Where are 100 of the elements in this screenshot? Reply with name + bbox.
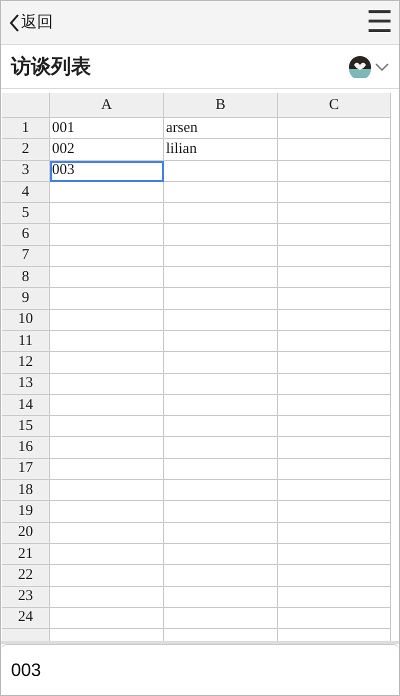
table-cell[interactable]: [278, 458, 391, 480]
table-cell[interactable]: [164, 437, 278, 459]
table-cell[interactable]: [278, 522, 391, 544]
table-cell[interactable]: [50, 182, 164, 204]
menu-button[interactable]: ☰: [366, 8, 393, 38]
table-cell[interactable]: [278, 501, 391, 523]
row-header[interactable]: 10: [2, 310, 50, 331]
row-header[interactable]: 22: [2, 565, 50, 587]
table-cell[interactable]: [278, 586, 391, 608]
row-header[interactable]: 1: [2, 118, 50, 140]
table-cell[interactable]: [278, 288, 391, 310]
column-header[interactable]: C: [278, 93, 391, 118]
table-cell[interactable]: [50, 565, 164, 587]
table-cell[interactable]: [164, 608, 278, 630]
row-header[interactable]: 16: [2, 437, 50, 459]
table-cell[interactable]: [278, 374, 391, 395]
table-cell[interactable]: [278, 224, 391, 246]
table-cell[interactable]: [50, 437, 164, 459]
table-cell[interactable]: 001: [50, 118, 164, 140]
row-header[interactable]: 2: [2, 139, 50, 161]
table-cell[interactable]: [50, 267, 164, 288]
table-cell[interactable]: [278, 246, 391, 268]
row-header[interactable]: 12: [2, 352, 50, 374]
row-header[interactable]: 8: [2, 267, 50, 288]
table-cell[interactable]: [278, 310, 391, 331]
table-cell[interactable]: [278, 118, 391, 140]
table-cell[interactable]: [278, 139, 391, 161]
table-cell[interactable]: [278, 330, 391, 352]
table-cell[interactable]: [164, 246, 278, 268]
cell-editor-field[interactable]: 003: [9, 658, 391, 682]
row-header[interactable]: 13: [2, 374, 50, 395]
table-cell[interactable]: [164, 224, 278, 246]
table-cell[interactable]: [50, 458, 164, 480]
table-cell[interactable]: [50, 586, 164, 608]
row-header[interactable]: 21: [2, 544, 50, 566]
table-cell[interactable]: [50, 608, 164, 630]
table-cell[interactable]: [50, 480, 164, 502]
table-cell[interactable]: [164, 565, 278, 587]
table-cell[interactable]: [278, 160, 391, 182]
table-cell[interactable]: [278, 203, 391, 224]
table-cell[interactable]: [164, 288, 278, 310]
table-cell[interactable]: [278, 544, 391, 566]
table-cell[interactable]: [50, 203, 164, 224]
table-cell[interactable]: [164, 458, 278, 480]
row-header[interactable]: 24: [2, 608, 50, 630]
table-cell[interactable]: [50, 416, 164, 438]
table-cell[interactable]: 003: [50, 160, 164, 182]
table-cell[interactable]: [50, 374, 164, 395]
row-header[interactable]: 7: [2, 246, 50, 268]
table-cell[interactable]: [164, 416, 278, 438]
table-cell[interactable]: [278, 267, 391, 288]
row-header[interactable]: 14: [2, 394, 50, 416]
table-cell[interactable]: [50, 394, 164, 416]
table-cell[interactable]: [164, 522, 278, 544]
table-cell[interactable]: [278, 416, 391, 438]
table-cell[interactable]: [50, 246, 164, 268]
table-cell[interactable]: [164, 544, 278, 566]
table-cell[interactable]: [164, 310, 278, 331]
table-cell[interactable]: [50, 310, 164, 331]
table-cell[interactable]: [164, 182, 278, 204]
back-button[interactable]: 返回: [9, 12, 53, 33]
column-header[interactable]: B: [164, 93, 278, 118]
row-header[interactable]: 18: [2, 480, 50, 502]
row-header[interactable]: 15: [2, 416, 50, 438]
table-cell[interactable]: [164, 330, 278, 352]
row-header[interactable]: 11: [2, 330, 50, 352]
table-cell[interactable]: [164, 394, 278, 416]
column-header[interactable]: A: [50, 93, 164, 118]
table-cell[interactable]: lilian: [164, 139, 278, 161]
table-cell[interactable]: [164, 267, 278, 288]
row-header[interactable]: 17: [2, 458, 50, 480]
table-cell[interactable]: 002: [50, 139, 164, 161]
table-cell[interactable]: [278, 352, 391, 374]
row-header[interactable]: 20: [2, 522, 50, 544]
row-header[interactable]: 6: [2, 224, 50, 246]
table-cell[interactable]: [164, 501, 278, 523]
row-header[interactable]: 3: [2, 160, 50, 182]
table-cell[interactable]: [278, 182, 391, 204]
table-cell[interactable]: [278, 394, 391, 416]
table-cell[interactable]: arsen: [164, 118, 278, 140]
table-cell[interactable]: [278, 565, 391, 587]
table-cell[interactable]: [50, 352, 164, 374]
table-cell[interactable]: [278, 608, 391, 630]
table-cell[interactable]: [164, 160, 278, 182]
table-cell[interactable]: [50, 501, 164, 523]
table-cell[interactable]: [164, 374, 278, 395]
row-header[interactable]: 5: [2, 203, 50, 224]
row-header[interactable]: 23: [2, 586, 50, 608]
table-cell[interactable]: [164, 480, 278, 502]
table-cell[interactable]: [164, 586, 278, 608]
table-cell[interactable]: [164, 203, 278, 224]
table-cell[interactable]: [50, 522, 164, 544]
table-cell[interactable]: [278, 437, 391, 459]
account-button[interactable]: [349, 56, 389, 78]
table-cell[interactable]: [164, 352, 278, 374]
table-cell[interactable]: [50, 224, 164, 246]
row-header[interactable]: 19: [2, 501, 50, 523]
row-header[interactable]: 4: [2, 182, 50, 204]
table-cell[interactable]: [278, 480, 391, 502]
table-cell[interactable]: [50, 288, 164, 310]
